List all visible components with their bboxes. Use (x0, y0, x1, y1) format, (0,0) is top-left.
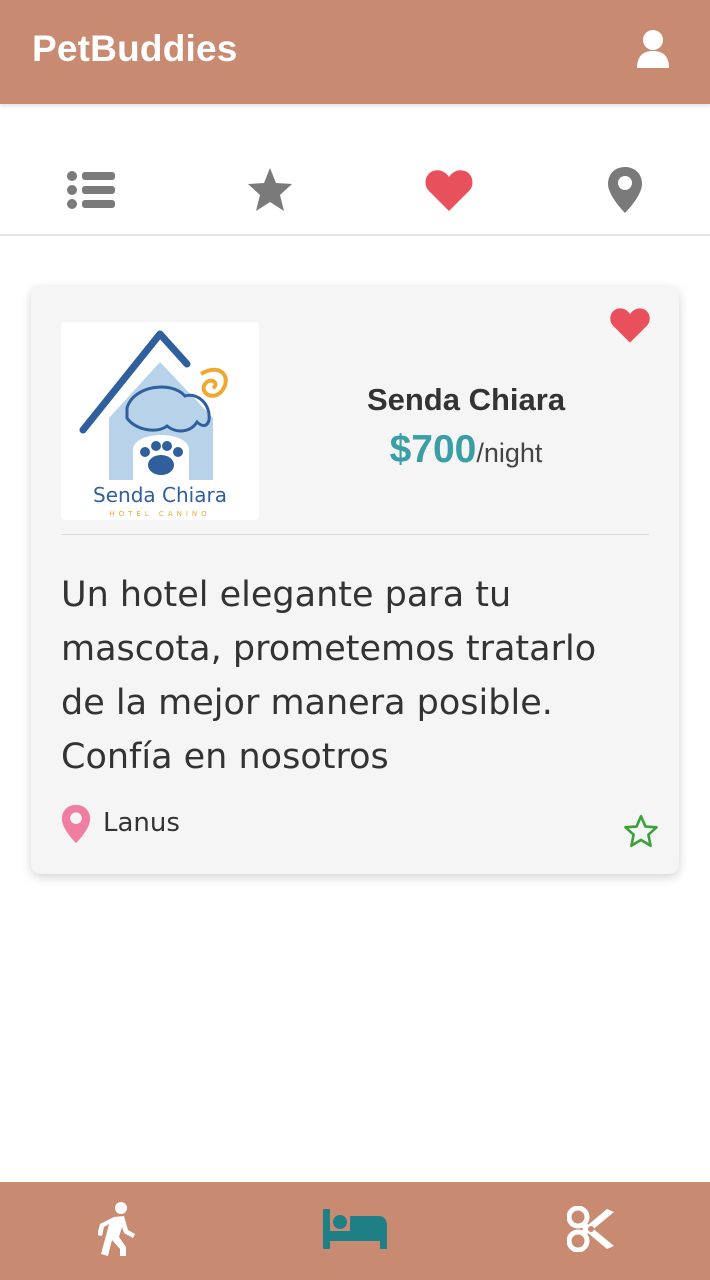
rate-star-icon[interactable] (623, 814, 659, 850)
hotel-description: Un hotel elegante para tu mascota, prome… (61, 575, 597, 777)
hotel-card[interactable]: Senda Chiara HOTEL CANINO Senda Chiara $… (31, 286, 679, 874)
nav-grooming[interactable] (536, 1182, 646, 1280)
card-divider (61, 534, 649, 535)
map-marker-icon (607, 166, 643, 214)
walking-icon (97, 1202, 138, 1260)
filter-tabbar (0, 146, 710, 236)
price-row: $700/night (321, 428, 611, 472)
bottom-nav (0, 1182, 710, 1280)
app-header: PetBuddies (0, 0, 710, 104)
logo-title: Senda Chiara (93, 483, 227, 507)
scissors-icon (566, 1205, 615, 1256)
tab-map[interactable] (565, 146, 685, 234)
nav-walking[interactable] (63, 1182, 173, 1280)
heart-icon (424, 168, 474, 212)
hotel-logo: Senda Chiara HOTEL CANINO (61, 322, 259, 520)
price-value: $700 (389, 428, 477, 471)
bed-icon (323, 1209, 387, 1253)
location-pin-icon (59, 804, 93, 844)
hotel-name: Senda Chiara (366, 382, 566, 417)
favorite-heart-icon[interactable] (609, 306, 651, 344)
list-icon (66, 170, 116, 210)
logo-subtitle: HOTEL CANINO (109, 510, 210, 518)
nav-hotels[interactable] (300, 1182, 410, 1280)
app-title: PetBuddies (32, 28, 238, 69)
tab-favorites-heart[interactable] (389, 146, 509, 234)
tab-favorites-star[interactable] (210, 146, 330, 234)
star-icon (246, 167, 294, 213)
price-unit: /night (476, 438, 543, 468)
user-icon[interactable] (634, 28, 672, 70)
hotel-location: Lanus (103, 808, 180, 838)
tab-list[interactable] (31, 146, 151, 234)
